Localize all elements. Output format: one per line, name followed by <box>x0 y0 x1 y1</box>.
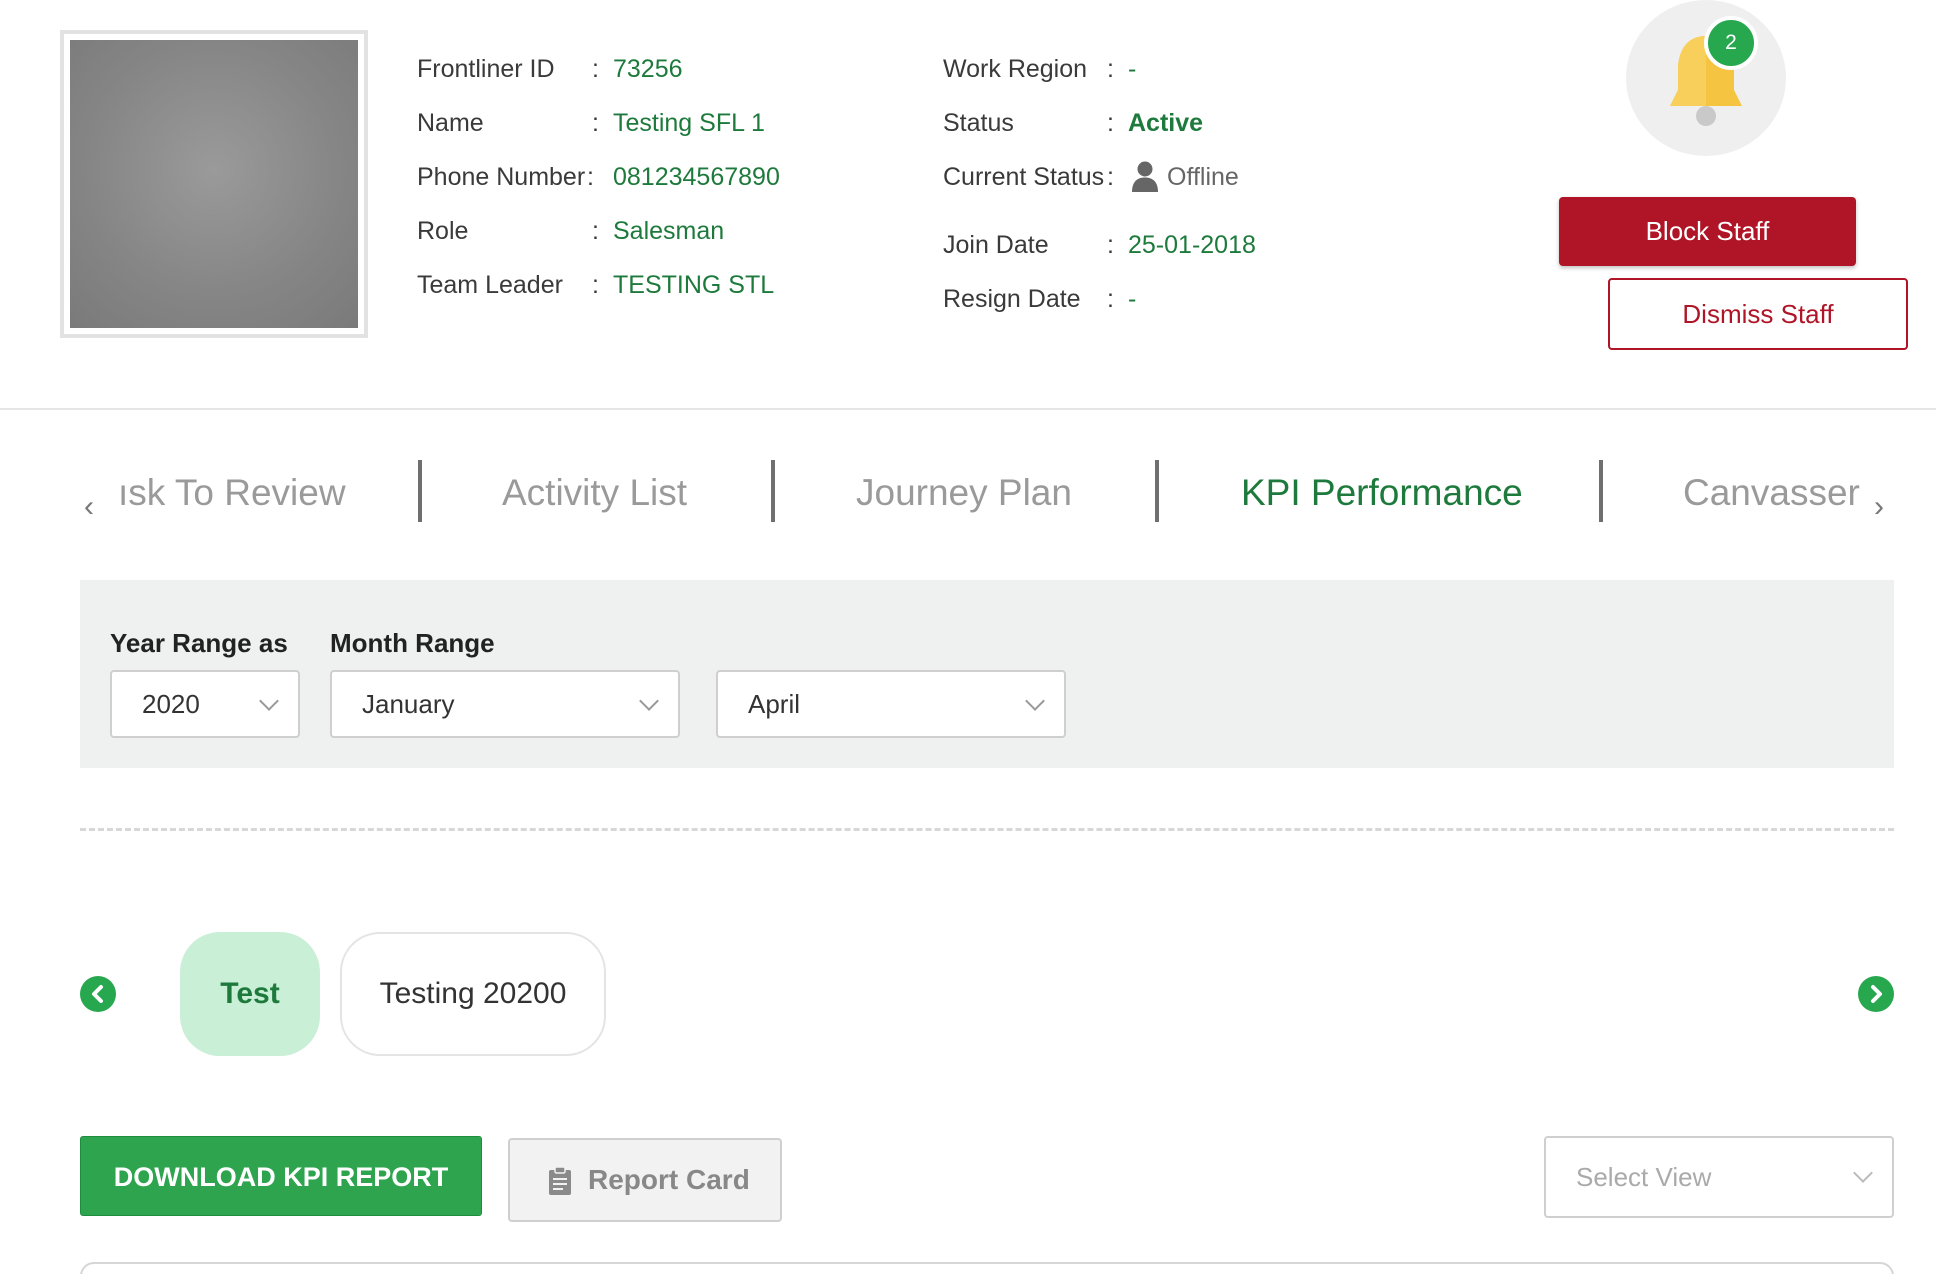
select-view-placeholder: Select View <box>1576 1162 1712 1192</box>
tab-task-to-review[interactable]: ısk To Review <box>118 470 346 516</box>
chevron-left-icon <box>92 985 103 1003</box>
phone-value: 081234567890 <box>613 163 780 191</box>
block-staff-button[interactable]: Block Staff <box>1559 197 1856 266</box>
colon: : <box>1107 163 1114 191</box>
work-region-label: Work Region <box>943 55 1088 83</box>
chevron-down-icon <box>639 691 659 711</box>
person-icon <box>1132 161 1158 193</box>
staff-profile-header: Frontliner ID : 73256 Name : Testing SFL… <box>0 0 1936 410</box>
staff-photo <box>70 40 358 328</box>
chevron-down-icon <box>1025 691 1045 711</box>
role-value: Salesman <box>613 217 725 245</box>
staff-photo-frame <box>60 30 368 338</box>
kpi-group-testing-20200[interactable]: Testing 20200 <box>340 932 606 1056</box>
filter-panel: Year Range as Month Range 2020 January A… <box>80 580 1894 768</box>
report-card-button[interactable]: Report Card <box>508 1138 782 1222</box>
colon: : <box>592 217 599 245</box>
current-status-label: Current Status <box>943 163 1105 191</box>
select-view-dropdown[interactable]: Select View <box>1544 1136 1894 1218</box>
chevron-down-icon <box>1853 1163 1873 1183</box>
tab-bar: ‹ ısk To Review Activity List Journey Pl… <box>0 440 1936 540</box>
chevron-right-icon <box>1871 985 1882 1003</box>
download-kpi-report-button[interactable]: DOWNLOAD KPI REPORT <box>80 1136 482 1216</box>
report-card-label: Report Card <box>588 1164 750 1195</box>
colon: : <box>1107 55 1114 83</box>
kpi-next-button[interactable] <box>1858 976 1894 1012</box>
tabs-next-icon[interactable]: › <box>1874 490 1884 524</box>
role-label: Role <box>417 217 469 245</box>
resign-date-value: - <box>1128 285 1137 313</box>
colon: : <box>1107 231 1114 259</box>
kpi-content-panel <box>80 1262 1894 1274</box>
tab-kpi-performance[interactable]: KPI Performance <box>1241 470 1523 516</box>
name-value: Testing SFL 1 <box>613 109 765 137</box>
month-to-value: April <box>748 689 801 719</box>
kpi-group-test[interactable]: Test <box>180 932 320 1056</box>
chevron-down-icon <box>259 691 279 711</box>
resign-date-label: Resign Date <box>943 285 1081 313</box>
frontliner-id-label: Frontliner ID <box>417 55 555 83</box>
year-range-label: Year Range as <box>110 628 288 658</box>
notification-count-badge: 2 <box>1704 16 1758 70</box>
name-label: Name <box>417 109 484 137</box>
tabs-prev-icon[interactable]: ‹ <box>84 490 94 524</box>
tab-separator <box>1599 460 1603 522</box>
status-label: Status <box>943 109 1014 137</box>
tab-activity-list[interactable]: Activity List <box>502 470 687 516</box>
colon: : <box>592 55 599 83</box>
status-value: Active <box>1128 109 1204 137</box>
tab-separator <box>1155 460 1159 522</box>
dismiss-staff-button[interactable]: Dismiss Staff <box>1608 278 1908 350</box>
year-select-value: 2020 <box>142 689 200 719</box>
clipboard-icon <box>549 1166 571 1195</box>
colon: : <box>1107 109 1114 137</box>
section-divider <box>80 828 1894 831</box>
team-leader-value: TESTING STL <box>613 271 775 299</box>
phone-label: Phone Number <box>417 163 586 191</box>
work-region-value: - <box>1128 55 1137 83</box>
team-leader-label: Team Leader <box>417 271 563 299</box>
month-to-select[interactable]: April <box>716 670 1066 738</box>
tab-canvasser[interactable]: Canvasser <box>1683 470 1860 516</box>
colon: : <box>587 163 594 191</box>
month-from-value: January <box>362 689 455 719</box>
tab-separator <box>418 460 422 522</box>
colon: : <box>1107 285 1114 313</box>
month-from-select[interactable]: January <box>330 670 680 738</box>
colon: : <box>592 109 599 137</box>
join-date-value: 25-01-2018 <box>1128 231 1256 259</box>
frontliner-id-value: 73256 <box>613 55 683 83</box>
colon: : <box>592 271 599 299</box>
tab-journey-plan[interactable]: Journey Plan <box>856 470 1072 516</box>
join-date-label: Join Date <box>943 231 1049 259</box>
current-status-text: Offline <box>1167 163 1239 191</box>
notification-bell-button[interactable] <box>1626 0 1786 156</box>
month-range-label: Month Range <box>330 628 495 658</box>
kpi-prev-button[interactable] <box>80 976 116 1012</box>
current-status-value: Offline <box>1131 161 1239 194</box>
tab-separator <box>771 460 775 522</box>
year-select[interactable]: 2020 <box>110 670 300 738</box>
